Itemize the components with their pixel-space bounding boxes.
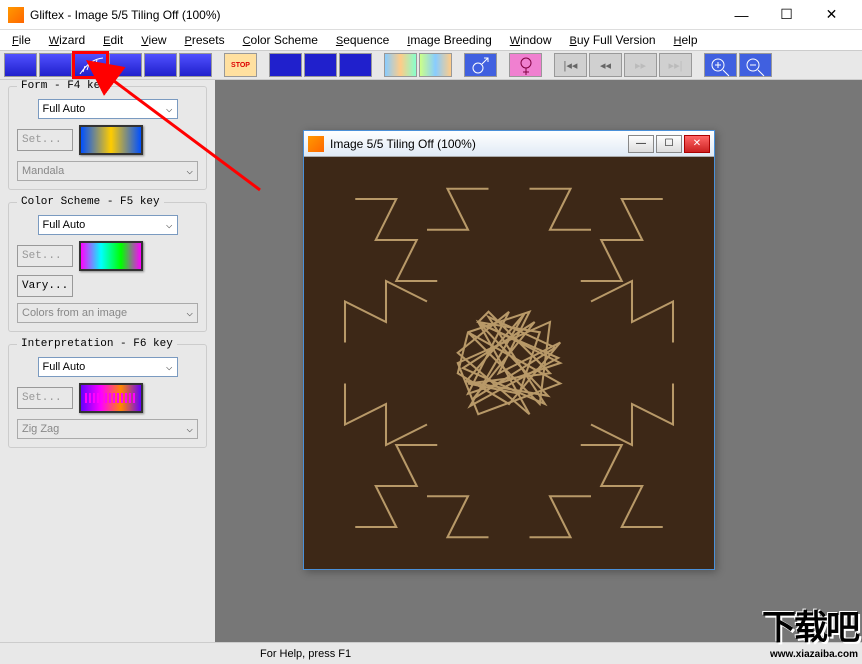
- menu-sequence[interactable]: Sequence: [328, 31, 397, 49]
- tool-preset-1[interactable]: [4, 53, 37, 77]
- tool-preset-4[interactable]: [109, 53, 142, 77]
- color-panel: Color Scheme - F5 key Full Auto Set... V…: [8, 202, 207, 332]
- color-preset-combo[interactable]: Colors from an image: [17, 303, 198, 323]
- zoom-out-button[interactable]: [739, 53, 772, 77]
- nav-next[interactable]: ▸▸: [624, 53, 657, 77]
- menu-window[interactable]: Window: [502, 31, 560, 49]
- gender-female-btn[interactable]: [509, 53, 542, 77]
- male-icon: [465, 54, 498, 78]
- form-set-button[interactable]: Set...: [17, 129, 73, 151]
- watermark-text: 下载吧: [762, 600, 858, 649]
- gender-male-btn[interactable]: [464, 53, 497, 77]
- form-panel: Form - F4 key Full Auto Set... Mandala: [8, 86, 207, 190]
- palette-btn-2[interactable]: [419, 53, 452, 77]
- form-preview[interactable]: [79, 125, 143, 155]
- child-close[interactable]: ✕: [684, 135, 710, 153]
- child-titlebar[interactable]: Image 5/5 Tiling Off (100%) — ☐ ✕: [304, 131, 714, 157]
- tool-preset-6[interactable]: [179, 53, 212, 77]
- zoom-out-icon: [740, 54, 773, 78]
- color-preview[interactable]: [79, 241, 143, 271]
- color-mode-combo[interactable]: Full Auto: [38, 215, 178, 235]
- canvas-area: Image 5/5 Tiling Off (100%) — ☐ ✕: [215, 80, 862, 642]
- palette-btn-1[interactable]: [384, 53, 417, 77]
- form-preset-combo[interactable]: Mandala: [17, 161, 198, 181]
- menu-wizard[interactable]: Wizard: [41, 31, 93, 49]
- menu-presets[interactable]: Presets: [177, 31, 233, 49]
- menu-buy[interactable]: Buy Full Version: [562, 31, 664, 49]
- tiling-btn-2[interactable]: [304, 53, 337, 77]
- interp-preview[interactable]: [79, 383, 143, 413]
- interp-preset-combo[interactable]: Zig Zag: [17, 419, 198, 439]
- interp-mode-combo[interactable]: Full Auto: [38, 357, 178, 377]
- window-controls: — ☐ ✕: [719, 1, 854, 29]
- feather-icon: [75, 54, 108, 78]
- menu-color-scheme[interactable]: Color Scheme: [235, 31, 326, 49]
- titlebar: Gliftex - Image 5/5 Tiling Off (100%) — …: [0, 0, 862, 30]
- generated-image: [304, 157, 714, 569]
- toolbar: STOP |◂◂ ◂◂ ▸▸ ▸▸|: [0, 50, 862, 80]
- image-child-window[interactable]: Image 5/5 Tiling Off (100%) — ☐ ✕: [303, 130, 715, 570]
- main-area: Form - F4 key Full Auto Set... Mandala C…: [0, 80, 862, 642]
- interp-panel: Interpretation - F6 key Full Auto Set...…: [8, 344, 207, 448]
- stop-button[interactable]: STOP: [224, 53, 257, 77]
- minimize-button[interactable]: —: [719, 1, 764, 29]
- sidebar: Form - F4 key Full Auto Set... Mandala C…: [0, 80, 215, 642]
- tool-preset-3-feather[interactable]: [74, 53, 107, 77]
- child-minimize[interactable]: —: [628, 135, 654, 153]
- color-panel-title: Color Scheme - F5 key: [17, 196, 164, 208]
- tool-preset-2[interactable]: [39, 53, 72, 77]
- child-icon: [308, 136, 324, 152]
- watermark: 下载吧 www.xiazaiba.com: [762, 600, 858, 660]
- menu-edit[interactable]: Edit: [95, 31, 131, 49]
- color-set-button[interactable]: Set...: [17, 245, 73, 267]
- tiling-btn-3[interactable]: [339, 53, 372, 77]
- menubar: File Wizard Edit View Presets Color Sche…: [0, 30, 862, 50]
- child-maximize[interactable]: ☐: [656, 135, 682, 153]
- child-title: Image 5/5 Tiling Off (100%): [330, 137, 628, 151]
- nav-first[interactable]: |◂◂: [554, 53, 587, 77]
- watermark-url: www.xiazaiba.com: [762, 649, 858, 660]
- menu-view[interactable]: View: [133, 31, 174, 49]
- statusbar: For Help, press F1: [0, 642, 862, 664]
- zoom-in-icon: [705, 54, 738, 78]
- tool-preset-5[interactable]: [144, 53, 177, 77]
- maximize-button[interactable]: ☐: [764, 1, 809, 29]
- window-title: Gliftex - Image 5/5 Tiling Off (100%): [30, 8, 719, 22]
- color-vary-button[interactable]: Vary...: [17, 275, 73, 297]
- nav-prev[interactable]: ◂◂: [589, 53, 622, 77]
- menu-image-breeding[interactable]: Image Breeding: [399, 31, 499, 49]
- form-panel-title: Form - F4 key: [17, 80, 111, 92]
- form-mode-combo[interactable]: Full Auto: [38, 99, 178, 119]
- tiling-btn-1[interactable]: [269, 53, 302, 77]
- status-text: For Help, press F1: [260, 648, 351, 660]
- app-icon: [8, 7, 24, 23]
- menu-help[interactable]: Help: [666, 31, 706, 49]
- zoom-in-button[interactable]: [704, 53, 737, 77]
- nav-last[interactable]: ▸▸|: [659, 53, 692, 77]
- close-button[interactable]: ✕: [809, 1, 854, 29]
- interp-panel-title: Interpretation - F6 key: [17, 338, 177, 350]
- interp-set-button[interactable]: Set...: [17, 387, 73, 409]
- menu-file[interactable]: File: [4, 31, 39, 49]
- female-icon: [510, 54, 543, 78]
